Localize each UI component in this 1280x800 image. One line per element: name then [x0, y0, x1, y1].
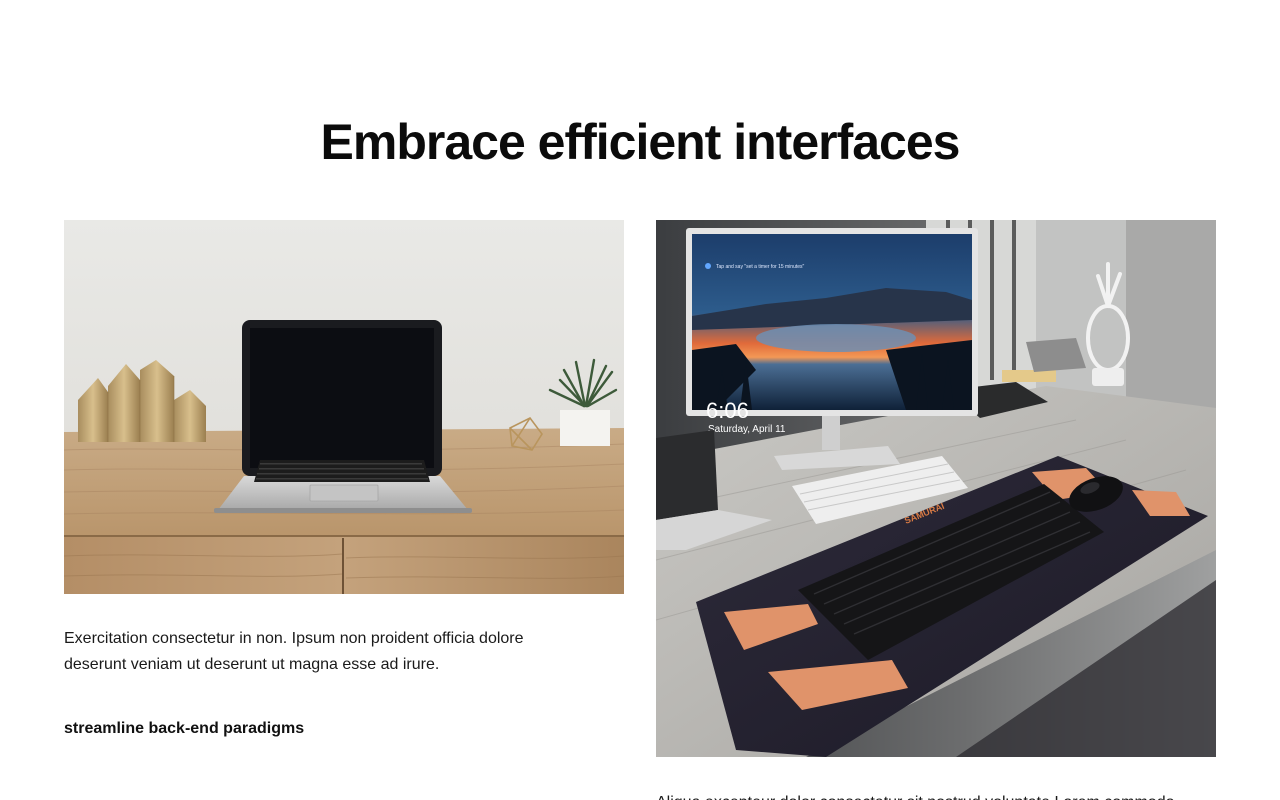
streamline-link[interactable]: streamline back-end paradigms	[64, 720, 304, 738]
section-title: Embrace efficient interfaces	[320, 114, 961, 170]
feature-card-laptop: Exercitation consectetur in non. Ipsum n…	[64, 220, 624, 738]
laptop-desk-photo	[64, 220, 624, 594]
workstation-photo: 6:06 Saturday, April 11 Tap and say "set…	[656, 220, 1216, 757]
card-description: Exercitation consectetur in non. Ipsum n…	[64, 630, 524, 673]
page: Embrace efficient interfaces Exercitatio…	[0, 0, 1280, 800]
screen-time: 6:06	[706, 398, 749, 423]
card-description: Aliqua excepteur dolor consectetur sit n…	[656, 790, 1216, 800]
feature-card-workstation: 6:06 Saturday, April 11 Tap and say "set…	[656, 220, 1216, 800]
screen-hint: Tap and say "set a timer for 15 minutes"	[716, 264, 805, 270]
screen-date: Saturday, April 11	[708, 424, 786, 435]
